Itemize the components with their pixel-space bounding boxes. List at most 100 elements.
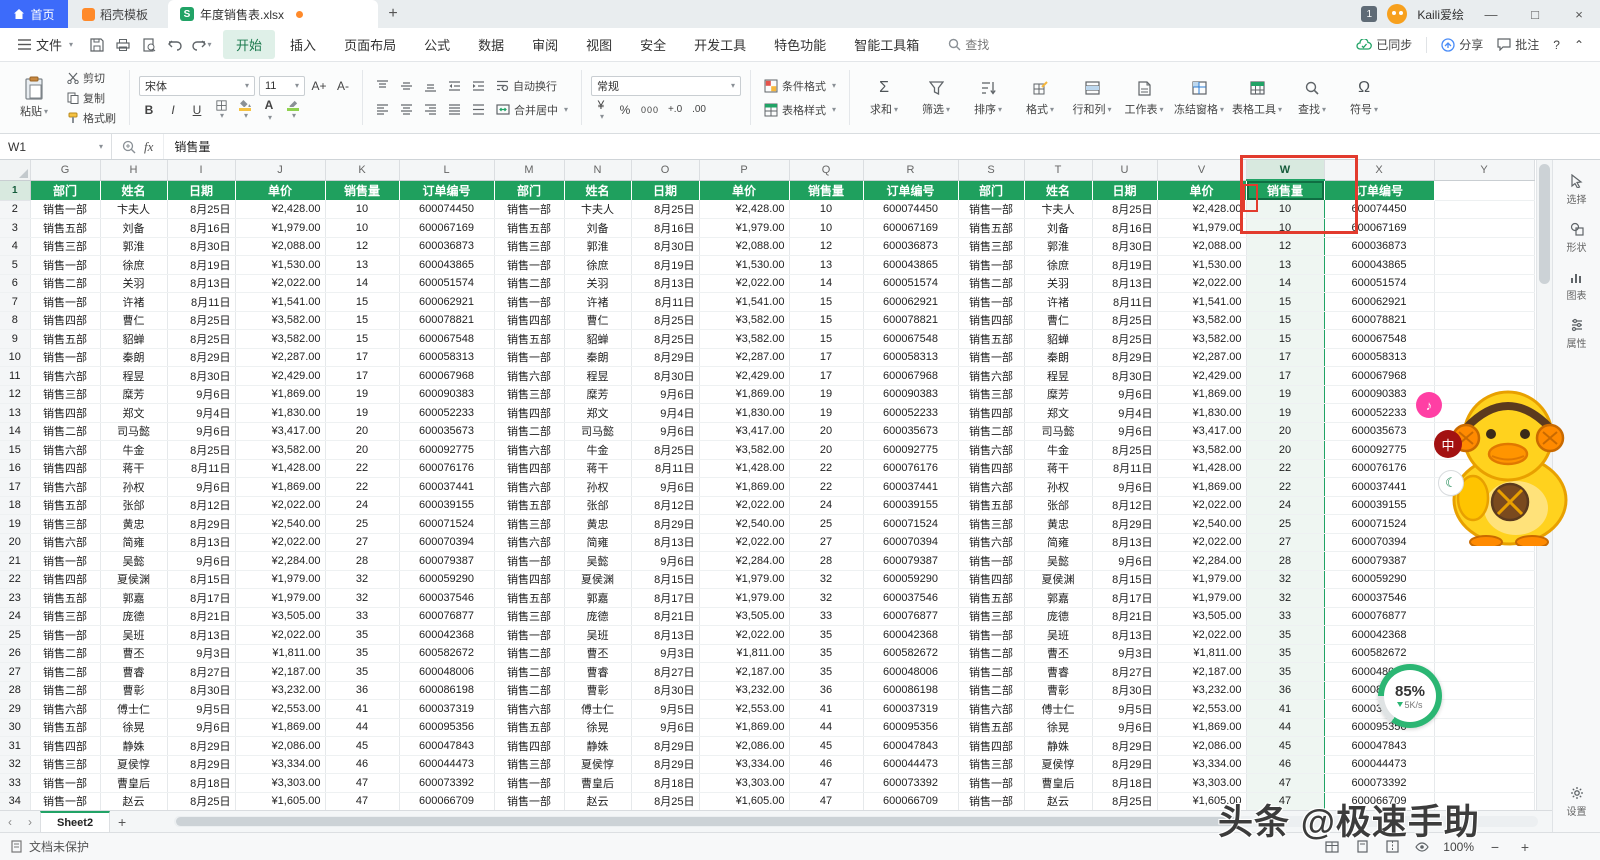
- cell[interactable]: ¥1,979.00: [1157, 570, 1247, 589]
- cell[interactable]: 秦朗: [1024, 348, 1093, 367]
- cell[interactable]: 32: [1245, 570, 1325, 589]
- cell[interactable]: 600071524: [863, 514, 959, 534]
- cell[interactable]: 销售二部: [30, 274, 101, 293]
- cell[interactable]: 静姝: [1024, 736, 1093, 756]
- user-name[interactable]: Kaili爱绘: [1417, 6, 1464, 23]
- column-header-G[interactable]: G: [30, 160, 101, 181]
- cell[interactable]: 35: [789, 644, 864, 663]
- cell[interactable]: 19: [1245, 403, 1325, 423]
- shrink-font-button[interactable]: A-: [333, 76, 353, 96]
- cell[interactable]: 销售六部: [494, 699, 565, 719]
- cell[interactable]: 销售量: [325, 180, 400, 200]
- cell[interactable]: 47: [789, 773, 864, 793]
- cell[interactable]: 35: [1245, 662, 1325, 682]
- cell[interactable]: 8月11日: [167, 459, 236, 478]
- menu-tab-home[interactable]: 开始: [223, 30, 276, 59]
- cell[interactable]: 8月25日: [1092, 792, 1158, 810]
- cell[interactable]: 貂蝉: [564, 329, 632, 349]
- minimize-button[interactable]: —: [1474, 0, 1508, 28]
- row-header-17[interactable]: 17: [0, 477, 31, 497]
- column-header-Y[interactable]: Y: [1434, 160, 1535, 181]
- rows-columns-button[interactable]: 行和列 ▾: [1067, 74, 1117, 121]
- cell[interactable]: ¥3,334.00: [1157, 755, 1247, 774]
- cell[interactable]: 销售三部: [958, 237, 1025, 256]
- cell[interactable]: 36: [325, 681, 400, 700]
- column-header-T[interactable]: T: [1024, 160, 1093, 181]
- cell[interactable]: 销售一部: [958, 292, 1025, 312]
- cell[interactable]: ¥1,541.00: [699, 292, 790, 312]
- row-header-2[interactable]: 2: [0, 200, 31, 219]
- right-tool-chart[interactable]: 图表: [1567, 270, 1587, 302]
- cell[interactable]: 单价: [1157, 180, 1247, 200]
- cell[interactable]: 庞德: [100, 607, 168, 626]
- print-button[interactable]: [111, 33, 135, 57]
- cell[interactable]: 销售六部: [958, 477, 1025, 497]
- cell[interactable]: 8月30日: [631, 681, 700, 700]
- column-header-P[interactable]: P: [699, 160, 790, 181]
- cell[interactable]: 600043865: [863, 255, 959, 275]
- cell[interactable]: 秦朗: [564, 348, 632, 367]
- column-header-U[interactable]: U: [1092, 160, 1158, 181]
- cell[interactable]: 销售六部: [494, 477, 565, 497]
- cell[interactable]: 600042368: [1324, 625, 1435, 645]
- cell[interactable]: 35: [325, 625, 400, 645]
- column-header-L[interactable]: L: [399, 160, 495, 181]
- increase-decimal-button[interactable]: +.0: [665, 100, 685, 120]
- cell[interactable]: 8月19日: [631, 255, 700, 275]
- cell[interactable]: 销售三部: [958, 607, 1025, 626]
- sort-button[interactable]: 排序 ▾: [963, 74, 1013, 121]
- file-menu-button[interactable]: 文件 ▾: [8, 31, 83, 58]
- cell[interactable]: 9月6日: [631, 477, 700, 497]
- cell[interactable]: 41: [1245, 699, 1325, 719]
- menu-tab-security[interactable]: 安全: [627, 30, 679, 59]
- cell[interactable]: 销售四部: [30, 459, 101, 478]
- cell[interactable]: [1434, 311, 1535, 330]
- cell[interactable]: ¥2,428.00: [699, 200, 790, 219]
- cell[interactable]: 销售六部: [958, 533, 1025, 552]
- row-header-9[interactable]: 9: [0, 329, 31, 349]
- cell[interactable]: 600058313: [399, 348, 495, 367]
- cell[interactable]: 8月13日: [167, 533, 236, 552]
- cell[interactable]: 曹彰: [100, 681, 168, 700]
- cell[interactable]: 曹丕: [100, 644, 168, 663]
- cell[interactable]: 8月29日: [631, 755, 700, 774]
- cell[interactable]: 9月3日: [1092, 644, 1158, 663]
- cell[interactable]: 销售二部: [30, 662, 101, 682]
- cell[interactable]: 36: [789, 681, 864, 700]
- cell[interactable]: 22: [325, 477, 400, 497]
- cell[interactable]: ¥2,429.00: [235, 366, 326, 386]
- cell[interactable]: [1434, 625, 1535, 645]
- right-tool-settings[interactable]: 设置: [1567, 786, 1587, 818]
- align-middle-button[interactable]: [396, 76, 416, 96]
- cell[interactable]: ¥3,505.00: [699, 607, 790, 626]
- cell[interactable]: 销售二部: [958, 681, 1025, 700]
- cell[interactable]: ¥1,428.00: [1157, 459, 1247, 478]
- cell[interactable]: 日期: [631, 180, 700, 200]
- cell[interactable]: 9月6日: [1092, 718, 1158, 737]
- cell[interactable]: 夏侯惇: [564, 755, 632, 774]
- cell[interactable]: 15: [1245, 329, 1325, 349]
- cell[interactable]: ¥1,869.00: [699, 385, 790, 404]
- cell[interactable]: 600042368: [863, 625, 959, 645]
- cell[interactable]: 15: [1245, 292, 1325, 312]
- row-header-27[interactable]: 27: [0, 662, 31, 682]
- right-tool-select[interactable]: 选择: [1567, 174, 1587, 206]
- cell[interactable]: 600076877: [1324, 607, 1435, 626]
- cell[interactable]: 刘备: [1024, 218, 1093, 238]
- cell[interactable]: 销售一部: [494, 255, 565, 275]
- cell[interactable]: 9月3日: [631, 644, 700, 663]
- cell[interactable]: 8月25日: [631, 329, 700, 349]
- cell[interactable]: 600090383: [863, 385, 959, 404]
- cell[interactable]: 9月6日: [167, 422, 236, 441]
- column-header-Q[interactable]: Q: [789, 160, 864, 181]
- cell[interactable]: 吴班: [100, 625, 168, 645]
- cell[interactable]: 8月17日: [631, 588, 700, 608]
- cell[interactable]: 600066709: [863, 792, 959, 810]
- cell[interactable]: 15: [325, 311, 400, 330]
- home-tab[interactable]: 首页: [0, 0, 68, 28]
- italic-button[interactable]: I: [163, 100, 183, 120]
- cell[interactable]: 600039155: [863, 496, 959, 515]
- cell[interactable]: 曹睿: [564, 662, 632, 682]
- cell[interactable]: 10: [789, 218, 864, 238]
- cell[interactable]: ¥2,022.00: [1157, 496, 1247, 515]
